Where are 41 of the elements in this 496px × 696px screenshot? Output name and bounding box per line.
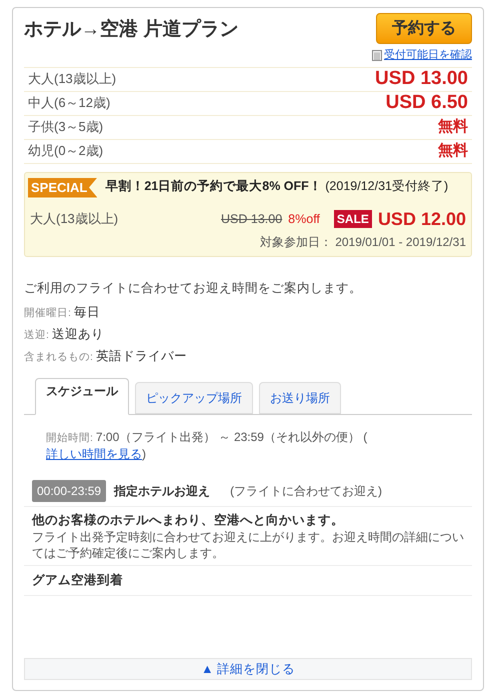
start-time-label: 開始時間: bbox=[46, 430, 93, 446]
price-label: 子供(3～5歳) bbox=[28, 118, 104, 136]
plan-title: ホテル→空港 片道プラン bbox=[24, 18, 238, 42]
detail-label: 含まれるもの: bbox=[24, 350, 93, 365]
price-value: USD 13.00 bbox=[375, 66, 468, 91]
price-value: 無料 bbox=[438, 116, 468, 137]
sale-price: USD 12.00 bbox=[378, 208, 466, 230]
book-button[interactable]: 予約する bbox=[376, 13, 472, 44]
tab[interactable]: ピックアップ場所 bbox=[135, 382, 253, 414]
discount-text: 8%off bbox=[288, 210, 320, 228]
price-value: 無料 bbox=[438, 140, 468, 161]
stop-title: 指定ホテルお迎え bbox=[114, 482, 210, 500]
price-label: 大人(13歳以上) bbox=[28, 70, 116, 88]
arrival-title: グアム空港到着 bbox=[32, 572, 123, 590]
detail-value: 英語ドライバー bbox=[96, 348, 187, 365]
calendar-icon bbox=[372, 49, 382, 62]
detail-label: 送迎: bbox=[24, 328, 49, 343]
original-price: USD 13.00 bbox=[221, 210, 282, 228]
detail-label: 開催曜日: bbox=[24, 306, 71, 322]
offer-period: 対象参加日： 2019/01/01 - 2019/12/31 bbox=[260, 234, 466, 250]
price-label: 中人(6～12歳) bbox=[28, 94, 110, 112]
availability-link[interactable]: 受付可能日を確認 bbox=[384, 47, 472, 64]
time-details-link[interactable]: 詳しい時間を見る bbox=[46, 446, 142, 462]
time-badge: 00:00-23:59 bbox=[32, 480, 106, 502]
start-time-value: 7:00（フライト出発） ～ 23:59（それ以外の便） ( bbox=[96, 428, 368, 444]
step-text: フライト出発予定時刻に合わせてお迎えに上がります。お迎え時間の詳細についてはご予約確定後にご案内します。 bbox=[32, 529, 464, 562]
special-badge: SPECIAL bbox=[28, 178, 98, 198]
collapse-details-button[interactable]: ▲ 詳細を閉じる bbox=[24, 658, 472, 680]
tab[interactable]: お送り場所 bbox=[259, 382, 341, 414]
tab[interactable]: スケジュール bbox=[35, 378, 129, 414]
plan-description: ご利用のフライトに合わせてお迎え時間をご案内します。 bbox=[24, 280, 363, 296]
step-title: 他のお客様のホテルへまわり、空港へと向かいます。 bbox=[32, 512, 345, 528]
stop-note: (フライトに合わせてお迎え) bbox=[230, 482, 382, 500]
detail-value: 毎日 bbox=[74, 304, 100, 322]
special-price-label: 大人(13歳以上) bbox=[30, 210, 118, 228]
detail-value: 送迎あり bbox=[52, 326, 104, 343]
price-value: USD 6.50 bbox=[386, 90, 468, 115]
close-paren: ) bbox=[142, 446, 146, 462]
price-label: 幼児(0～2歳) bbox=[28, 142, 104, 160]
special-headline: 早割！21日前の予約で最大8% OFF！ (2019/12/31受付終了) bbox=[105, 178, 448, 194]
sale-badge: SALE bbox=[334, 210, 372, 228]
